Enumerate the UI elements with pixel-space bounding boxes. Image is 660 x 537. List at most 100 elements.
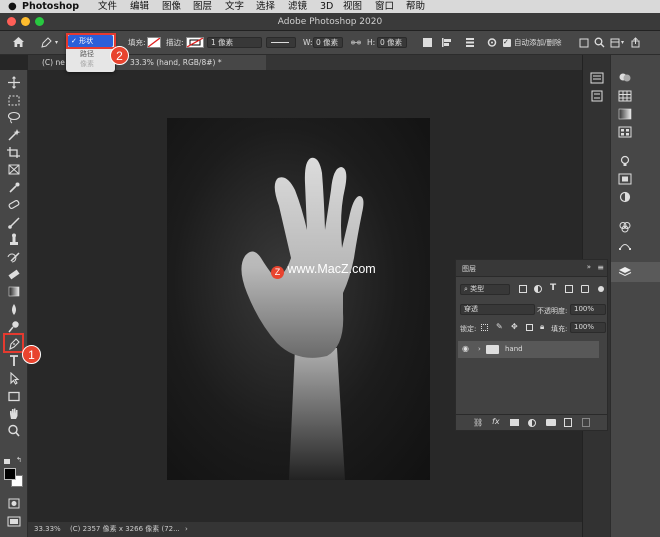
layers-panel-title[interactable]: 图层 — [462, 264, 476, 274]
type-filter-icon[interactable]: T — [550, 283, 556, 293]
link-layers-icon[interactable]: ⛓ — [473, 418, 483, 427]
paths-panel-icon[interactable] — [618, 239, 632, 251]
frame-tool-icon[interactable] — [6, 163, 22, 176]
properties-icon[interactable] — [590, 72, 604, 84]
crop-tool-icon[interactable] — [6, 146, 22, 159]
menu-type[interactable]: 文字 — [225, 0, 244, 13]
lasso-tool-icon[interactable] — [6, 111, 22, 124]
menu-edit[interactable]: 编辑 — [130, 0, 149, 13]
swatches-panel-icon[interactable] — [618, 90, 632, 102]
dodge-tool-icon[interactable] — [6, 320, 22, 333]
status-chevron-icon[interactable]: › — [185, 522, 188, 537]
type-tool-icon[interactable] — [6, 354, 22, 367]
shape-filter-icon[interactable] — [565, 285, 573, 293]
libraries-panel-icon[interactable] — [618, 173, 632, 185]
new-layer-icon[interactable] — [564, 418, 572, 427]
collapse-panel-icon[interactable]: » — [587, 263, 591, 271]
brush-tool-icon[interactable] — [6, 216, 22, 229]
adjustments-panel-icon[interactable] — [618, 191, 632, 203]
height-field[interactable]: 0 像素 — [377, 37, 407, 48]
layer-row[interactable]: ◉ › hand — [458, 341, 599, 358]
align-edges-icon[interactable] — [579, 38, 589, 48]
path-selection-tool-icon[interactable] — [6, 372, 22, 385]
menu-filter[interactable]: 滤镜 — [288, 0, 307, 13]
swap-colors-icon[interactable]: ↰ — [16, 457, 22, 464]
eye-icon[interactable]: ◉ — [462, 344, 469, 354]
new-adjustment-icon[interactable] — [528, 419, 536, 427]
screen-mode-icon[interactable] — [6, 515, 22, 528]
menu-layer[interactable]: 图层 — [193, 0, 212, 13]
patterns-panel-icon[interactable] — [618, 126, 632, 138]
magic-wand-tool-icon[interactable] — [6, 128, 22, 141]
share-icon[interactable] — [630, 37, 641, 48]
foreground-color-swatch[interactable] — [4, 468, 16, 480]
link-dimensions-icon[interactable] — [351, 38, 361, 47]
gradients-panel-icon[interactable] — [618, 108, 632, 120]
tab-document-1[interactable]: (C) ne — [42, 55, 65, 70]
adjustments-icon[interactable] — [590, 90, 604, 102]
menu-window[interactable]: 窗口 — [375, 0, 394, 13]
lock-image-icon[interactable]: ✎ — [496, 322, 503, 331]
auto-add-delete-checkbox[interactable]: ✓ — [503, 38, 511, 47]
opacity-field[interactable]: 100% — [570, 304, 606, 315]
gradient-tool-icon[interactable] — [6, 285, 22, 298]
smart-object-filter-icon[interactable] — [581, 285, 589, 293]
path-operations-icon[interactable] — [423, 38, 432, 47]
menu-help[interactable]: 帮助 — [406, 0, 425, 13]
lock-all-icon[interactable]: 🔒︎ — [540, 322, 544, 332]
fx-icon[interactable]: fx — [492, 417, 500, 426]
layers-panel-tab[interactable] — [611, 262, 660, 282]
menu-view[interactable]: 视图 — [343, 0, 362, 13]
learn-panel-icon[interactable] — [618, 155, 632, 167]
blur-tool-icon[interactable] — [6, 303, 22, 316]
apple-icon[interactable]: ● — [8, 0, 17, 13]
menu-image[interactable]: 图像 — [162, 0, 181, 13]
document-image[interactable] — [167, 118, 430, 480]
stroke-swatch[interactable] — [186, 37, 204, 48]
path-alignment-icon[interactable] — [441, 37, 453, 48]
eraser-tool-icon[interactable] — [6, 268, 22, 281]
mode-option-path[interactable]: 路径 — [80, 50, 94, 59]
lock-transparent-icon[interactable] — [481, 324, 488, 331]
layer-kind-filter[interactable]: ⌕ 类型 — [460, 284, 510, 295]
home-icon[interactable] — [12, 36, 25, 48]
zoom-tool-icon[interactable] — [6, 424, 22, 437]
zoom-level[interactable]: 33.33% — [34, 522, 61, 537]
clone-stamp-tool-icon[interactable] — [6, 233, 22, 246]
color-panel-icon[interactable] — [618, 72, 632, 84]
chevron-down-icon[interactable]: ▾ — [55, 38, 58, 48]
panel-menu-icon[interactable]: ≡ — [597, 263, 604, 272]
gear-icon[interactable] — [486, 37, 498, 48]
filter-toggle-icon[interactable] — [598, 286, 604, 292]
lock-position-icon[interactable]: ✥ — [511, 322, 518, 331]
adjustment-filter-icon[interactable] — [534, 285, 542, 293]
rectangle-tool-icon[interactable] — [6, 390, 22, 403]
move-tool-icon[interactable] — [6, 76, 22, 89]
fill-field[interactable]: 100% — [570, 322, 606, 333]
menu-select[interactable]: 选择 — [256, 0, 275, 13]
history-brush-tool-icon[interactable] — [6, 251, 22, 264]
default-colors-icon[interactable] — [4, 459, 10, 464]
search-icon[interactable] — [594, 37, 605, 48]
pixel-filter-icon[interactable] — [519, 285, 527, 293]
stroke-style-select[interactable] — [266, 37, 296, 48]
eyedropper-tool-icon[interactable] — [6, 181, 22, 194]
marquee-tool-icon[interactable] — [6, 94, 22, 107]
app-menu[interactable]: Photoshop — [22, 0, 79, 13]
width-field[interactable]: 0 像素 — [313, 37, 343, 48]
tab-document-active[interactable]: 33.3% (hand, RGB/8#) * — [116, 55, 266, 70]
menu-file[interactable]: 文件 — [98, 0, 117, 13]
healing-brush-tool-icon[interactable] — [6, 198, 22, 211]
channels-panel-icon[interactable] — [618, 221, 632, 233]
hand-tool-icon[interactable] — [6, 407, 22, 420]
fill-swatch[interactable] — [147, 37, 161, 48]
new-group-icon[interactable] — [546, 419, 556, 426]
workspace-icon[interactable] — [610, 38, 620, 48]
path-arrangement-icon[interactable] — [464, 37, 476, 48]
stroke-width-field[interactable]: 1 像素 — [207, 37, 262, 48]
blend-mode-select[interactable]: 穿透 — [460, 304, 535, 315]
quick-mask-icon[interactable] — [6, 497, 22, 510]
trash-icon[interactable] — [582, 418, 590, 427]
workspace-chevron-icon[interactable]: ▾ — [621, 38, 624, 48]
chevron-right-icon[interactable]: › — [478, 345, 481, 353]
